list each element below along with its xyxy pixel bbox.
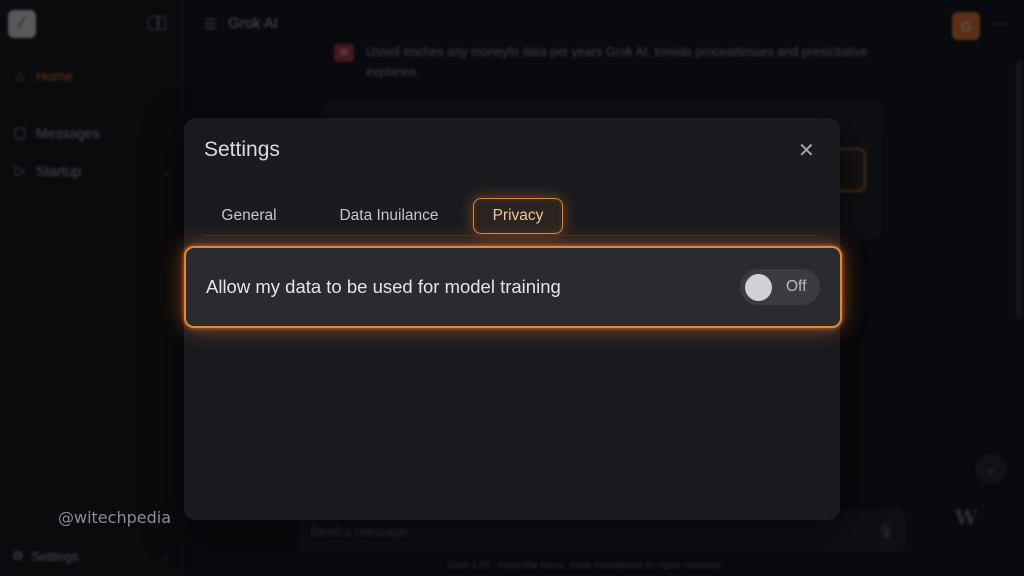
tab-label: Data Inuilance [339, 207, 439, 224]
modal-title: Settings [204, 138, 280, 161]
tabs-divider [204, 235, 818, 236]
watermark-text: @witechpedia [58, 508, 171, 527]
setting-label: Allow my data to be used for model train… [206, 276, 561, 297]
model-training-setting-row: Allow my data to be used for model train… [184, 246, 842, 328]
close-icon[interactable]: ✕ [798, 138, 815, 163]
tab-privacy[interactable]: Privacy [473, 198, 563, 234]
toggle-knob [745, 273, 772, 301]
tab-general[interactable]: General [204, 198, 294, 234]
model-training-toggle[interactable]: Off [740, 269, 820, 305]
tab-label: General [221, 207, 277, 224]
tab-data-inuilance[interactable]: Data Inuilance [324, 198, 454, 234]
tab-label: Privacy [492, 207, 544, 224]
toggle-state-label: Off [786, 278, 807, 295]
settings-modal: Settings ✕ General Data Inuilance Privac… [184, 118, 842, 520]
